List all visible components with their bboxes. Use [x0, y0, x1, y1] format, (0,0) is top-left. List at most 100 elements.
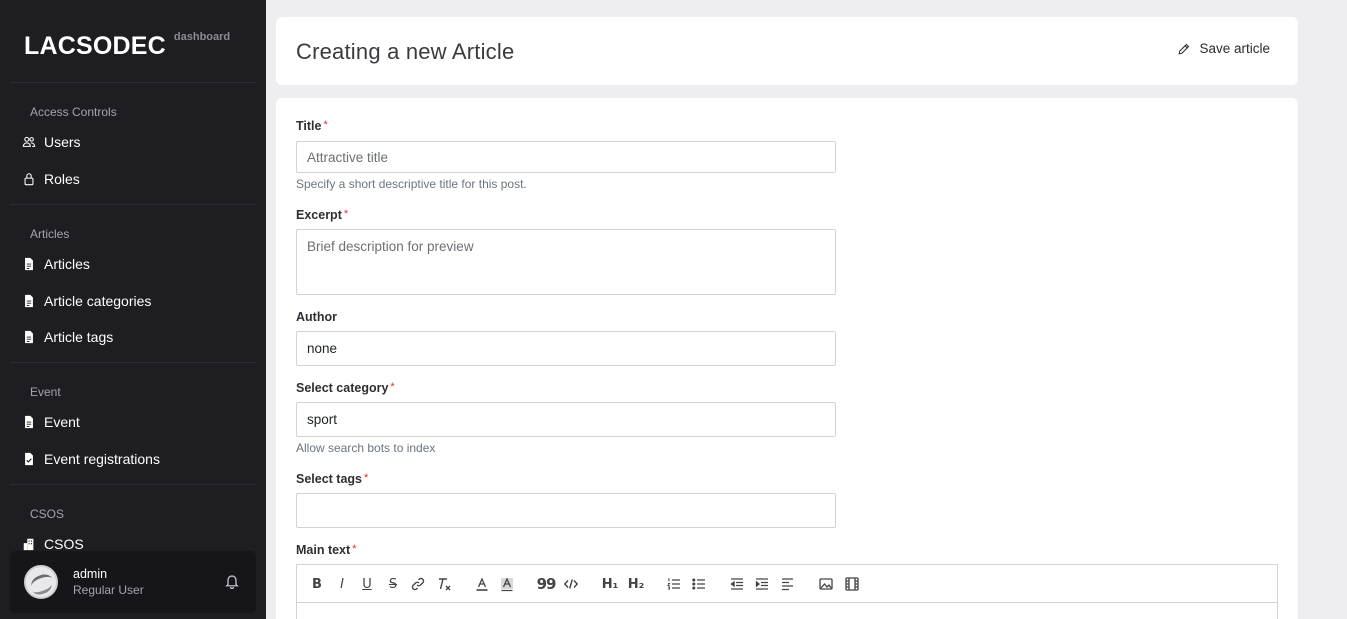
link-button[interactable] [409, 575, 427, 593]
main-text-label-text: Main text [296, 543, 351, 557]
document-icon [25, 257, 33, 271]
outdent-icon [730, 578, 743, 590]
user-card[interactable]: admin Regular User [10, 551, 256, 613]
strike-button[interactable]: S [384, 575, 402, 593]
align-button[interactable] [779, 575, 797, 593]
building-icon [23, 538, 34, 551]
heading1-button[interactable]: H₁ [599, 575, 621, 593]
sidebar-item-label: Event [44, 414, 80, 430]
image-icon [819, 578, 833, 590]
divider [10, 82, 256, 83]
section-title-event: Event [30, 385, 61, 399]
sidebar-item-article-tags[interactable]: Article tags [22, 325, 113, 349]
required-marker: * [343, 208, 349, 220]
category-label-text: Select category [296, 381, 389, 395]
excerpt-label: Excerpt * [296, 208, 348, 222]
editor-toolbar: B I U S 99 H₁ H₂ [297, 565, 1277, 603]
divider [10, 362, 256, 363]
author-label: Author [296, 310, 337, 324]
divider [10, 204, 256, 205]
blockquote-button[interactable]: 99 [537, 575, 557, 593]
video-icon [845, 577, 859, 591]
bell-icon[interactable] [224, 573, 240, 589]
heading2-button[interactable]: H₂ [625, 575, 647, 593]
code-button[interactable] [562, 575, 580, 593]
align-left-icon [782, 578, 793, 591]
required-marker: * [390, 381, 395, 393]
section-title-articles: Articles [30, 227, 70, 241]
document-check-icon [25, 452, 33, 466]
brand-name: LACSODEC [24, 32, 166, 60]
page-header: Creating a new Article Save article [276, 17, 1298, 85]
category-label: Select category * [296, 381, 395, 395]
users-icon [22, 136, 36, 147]
section-title-csos: CSOS [30, 507, 65, 521]
tags-label-text: Select tags [296, 472, 363, 486]
brand-subtitle: dashboard [173, 31, 231, 43]
sidebar-item-label: Articles [44, 256, 90, 272]
user-name: admin [73, 567, 108, 581]
sidebar-item-label: CSOS [44, 536, 84, 552]
document-icon [25, 415, 33, 429]
brand[interactable]: LACSODEC dashboard [24, 31, 230, 61]
user-role: Regular User [73, 583, 144, 597]
text-color-icon [476, 577, 488, 591]
document-icon [25, 330, 33, 344]
video-button[interactable] [843, 575, 861, 593]
title-label-text: Title [296, 119, 322, 133]
author-field[interactable] [296, 331, 836, 366]
avatar[interactable] [24, 565, 58, 599]
underline-button[interactable]: U [358, 575, 376, 593]
sidebar-item-label: Article categories [44, 293, 152, 309]
save-article-label: Save article [1199, 41, 1270, 56]
article-form: Title* Specify a short descriptive title… [276, 98, 1298, 619]
sidebar-item-label: Roles [44, 171, 80, 187]
sidebar-item-articles[interactable]: Articles [22, 252, 90, 276]
bullet-list-button[interactable] [690, 575, 708, 593]
required-marker: * [323, 119, 328, 131]
indent-button[interactable] [753, 575, 771, 593]
required-marker: * [352, 543, 357, 555]
section-title-access-controls: Access Controls [30, 105, 117, 119]
divider [10, 484, 256, 485]
ordered-list-icon [667, 578, 680, 590]
excerpt-label-text: Excerpt [296, 208, 342, 222]
sidebar-item-label: Event registrations [44, 451, 160, 467]
indent-icon [755, 578, 768, 590]
background-color-button[interactable] [498, 575, 516, 593]
user-meta: admin Regular User [73, 566, 144, 598]
ordered-list-button[interactable] [665, 575, 683, 593]
bold-button[interactable]: B [308, 575, 326, 593]
page-title: Creating a new Article [296, 39, 515, 64]
text-color-button[interactable] [473, 575, 491, 593]
outdent-button[interactable] [728, 575, 746, 593]
tags-select[interactable] [296, 493, 836, 528]
italic-button[interactable]: I [333, 575, 351, 593]
sidebar-item-event[interactable]: Event [22, 410, 80, 434]
excerpt-textarea[interactable] [296, 229, 836, 295]
background-color-icon [501, 577, 513, 592]
sidebar-item-users[interactable]: Users [22, 130, 81, 154]
sidebar-item-event-registrations[interactable]: Event registrations [22, 447, 160, 471]
category-help: Allow search bots to index [296, 441, 436, 455]
sidebar-item-roles[interactable]: Roles [22, 167, 80, 191]
title-help: Specify a short descriptive title for th… [296, 177, 527, 191]
pencil-icon [1178, 43, 1190, 54]
image-button[interactable] [817, 575, 835, 593]
category-select[interactable] [296, 402, 836, 437]
sidebar-item-label: Users [44, 134, 81, 150]
sidebar-item-article-categories[interactable]: Article categories [22, 289, 151, 313]
title-label: Title * [296, 119, 328, 133]
main-text-label: Main text * [296, 543, 356, 557]
sidebar-item-label: Article tags [44, 329, 114, 345]
rich-text-editor: B I U S 99 H₁ H₂ [296, 564, 1278, 619]
tags-label: Select tags * [296, 472, 368, 486]
link-icon [411, 577, 425, 591]
clear-format-icon [439, 578, 451, 591]
clear-format-button[interactable] [435, 575, 453, 593]
title-input[interactable] [296, 141, 836, 173]
required-marker: * [364, 472, 369, 484]
save-article-button[interactable]: Save article [1177, 41, 1270, 56]
sidebar: LACSODEC dashboard Access Controls Users… [0, 0, 266, 619]
document-icon [25, 294, 33, 308]
